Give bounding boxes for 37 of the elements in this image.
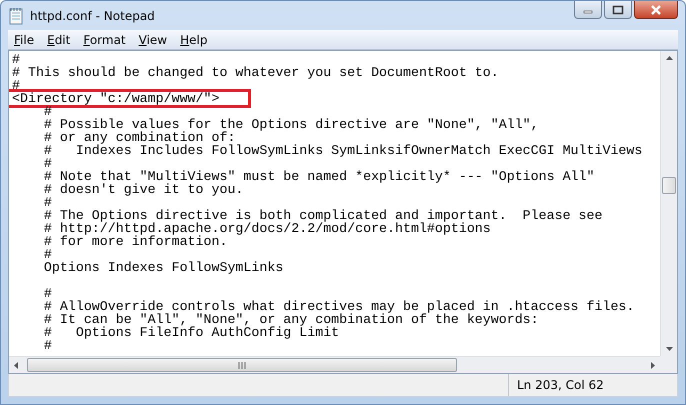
close-icon [650,4,662,14]
code-line: Options Indexes FollowSymLinks [42,260,284,275]
code-line: # Possible values for the Options directive are "None", "All", [42,117,539,132]
menu-item[interactable]: File [8,32,42,46]
menu-item[interactable]: Help [174,32,214,46]
maximize-button[interactable] [604,1,632,19]
code-line: # It can be "All", "None", or any combination of the keywords: [42,312,539,327]
scroll-thumb[interactable] [27,358,457,372]
code-line: # Note that "MultiViews" must be named *explicitly* --- "Options All" [42,169,594,184]
code-line: # [12,52,20,67]
close-button[interactable] [634,1,678,19]
grip-icon [238,362,246,368]
code-line: # [42,247,52,262]
code-line: # doesn't give it to you. [42,182,244,197]
code-line: # [42,156,52,171]
code-line: # or any combination of: [42,130,236,145]
code-line: # for more information. [42,234,228,249]
window-title: httpd.conf - Notepad [30,8,155,22]
horizontal-scrollbar[interactable] [9,356,660,373]
scroll-thumb[interactable] [662,177,676,194]
cursor-position: Ln 203, Col 62 [516,377,605,394]
code-line: # This should be changed to whatever you set DocumentRoot to. [12,65,499,80]
notepad-icon [8,6,24,24]
code-line: # [42,338,52,353]
code-line: # [42,195,52,210]
menu-item[interactable]: View [132,32,174,46]
menu-item[interactable]: Format [77,32,133,46]
vertical-scrollbar[interactable] [660,51,677,356]
menu-item[interactable]: Edit [41,32,78,46]
code-line: # [42,286,52,301]
code-line: # http://httpd.apache.org/docs/2.2/mod/core.html#options [42,221,491,236]
code-line: # Indexes Includes FollowSymLinks SymLinksifOwnerMatch ExecCGI MultiViews [42,143,642,158]
code-line: # The Options directive is both complicated and important. Please see [42,208,602,223]
minimize-button[interactable] [574,1,602,19]
code-line: # Options FileInfo AuthConfig Limit [42,325,340,340]
code-line: # AllowOverride controls what directives may be placed in .htaccess files. [42,299,634,314]
maximize-icon [612,4,624,14]
